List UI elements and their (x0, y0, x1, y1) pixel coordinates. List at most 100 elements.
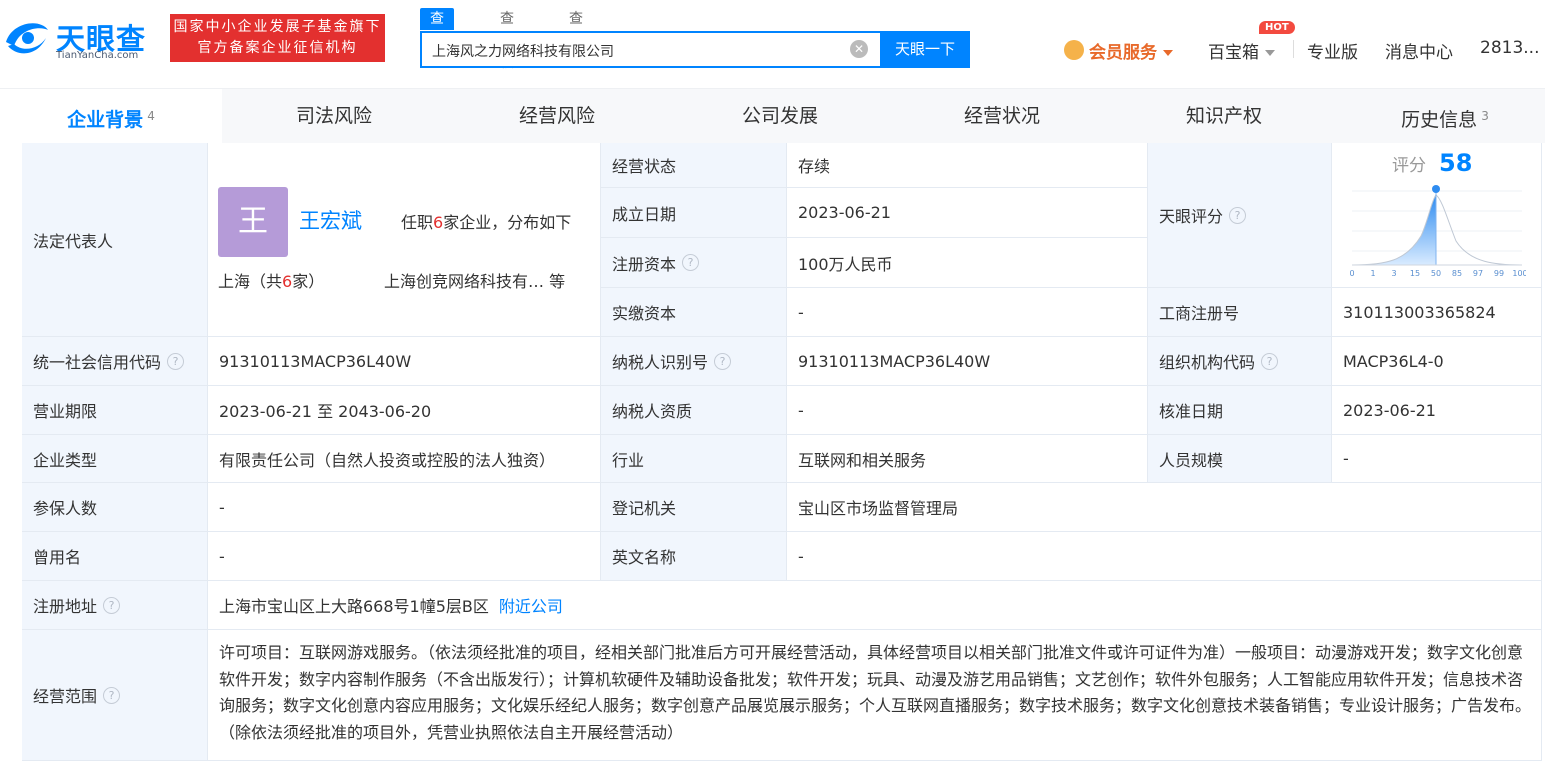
paid-value-cell: - (787, 288, 1148, 337)
tab-count: 3 (1481, 109, 1489, 123)
rep-count-prefix: 任职 (401, 213, 434, 232)
term-value: 2023-06-21 至 2043-06-20 (219, 402, 432, 421)
score-axis-tick: 15 (1410, 269, 1420, 278)
paid-label: 实缴资本 (612, 304, 677, 323)
logo[interactable]: 天眼查 TianYanCha.com (2, 12, 162, 66)
taxid-label-cell: 纳税人识别号? (601, 337, 787, 386)
tab-count: 4 (147, 109, 155, 123)
type-label: 企业类型 (33, 450, 98, 470)
english-label: 英文名称 (612, 548, 677, 567)
score-axis-tick: 85 (1452, 269, 1462, 278)
score-axis-tick: 97 (1473, 269, 1483, 278)
tab-enterprise-background[interactable]: 企业背景 4 (0, 89, 222, 144)
nearby-companies-link[interactable]: 附近公司 (499, 593, 563, 617)
treasure-box-menu[interactable]: 百宝箱 (1208, 38, 1275, 63)
score-value: 58 (1439, 149, 1473, 177)
legal-rep-name-link[interactable]: 王宏斌 (299, 205, 362, 235)
found-value: 2023-06-21 (798, 203, 891, 222)
message-center-link[interactable]: 消息中心 (1385, 38, 1453, 63)
status-label: 经营状态 (612, 157, 677, 176)
tab-label: 历史信息 (1401, 109, 1478, 131)
help-icon[interactable]: ? (103, 686, 121, 704)
industry-label: 行业 (612, 450, 645, 470)
rep-loc-number: 6 (282, 272, 293, 291)
former-value-cell: - (208, 532, 601, 581)
tab-label: 司法风险 (295, 105, 372, 127)
search-button[interactable]: 天眼一下 (880, 31, 970, 68)
tax-qual-value-cell: - (787, 386, 1148, 435)
authority-label-cell: 登记机关 (601, 483, 787, 532)
hot-badge: HOT (1259, 21, 1295, 34)
tab-company-development[interactable]: 公司发展 (669, 89, 891, 144)
help-icon[interactable]: ? (167, 352, 185, 370)
reg-no-label-cell: 工商注册号 (1148, 288, 1332, 337)
vip-service-menu[interactable]: 会员服务 (1089, 38, 1173, 63)
tab-label: 经营状况 (963, 105, 1040, 127)
divider (1293, 40, 1294, 58)
vip-crown-icon (1064, 40, 1084, 60)
help-icon[interactable]: ? (1261, 352, 1279, 370)
section-tabbar: 企业背景 4 司法风险 经营风险 公司发展 经营状况 知识产权 历史信息 3 (0, 88, 1545, 144)
credit-value: 91310113MACP36L40W (219, 351, 412, 371)
insured-value: - (219, 497, 225, 517)
org-value: MACP36L4-0 (1343, 351, 1444, 371)
type-label-cell: 企业类型 (22, 435, 208, 483)
tab-operation-status[interactable]: 经营状况 (891, 89, 1113, 144)
tab-operation-risk[interactable]: 经营风险 (446, 89, 668, 144)
chevron-down-icon (1163, 50, 1173, 56)
search-tab-relation[interactable]: 查关系 (569, 8, 583, 71)
tab-intellectual-property[interactable]: 知识产权 (1113, 89, 1335, 144)
clear-icon[interactable]: ✕ (850, 40, 868, 58)
scope-label-cell: 经营范围? (22, 630, 208, 761)
capital-value: 100万人民币 (798, 254, 893, 274)
score-label: 评分 (1392, 156, 1426, 176)
english-label-cell: 英文名称 (601, 532, 787, 581)
scope-value-cell: 许可项目：互联网游戏服务。（依法须经批准的项目，经相关部门批准后方可开展经营活动… (208, 630, 1542, 761)
help-icon[interactable]: ? (714, 352, 732, 370)
credit-label: 统一社会信用代码 (33, 353, 162, 372)
search-input[interactable]: 上海风之力网络科技有限公司 ✕ (420, 31, 880, 68)
english-value: - (798, 546, 804, 566)
tab-history-info[interactable]: 历史信息 3 (1334, 89, 1545, 144)
approve-value: 2023-06-21 (1343, 400, 1436, 420)
search-tab-company[interactable]: 查公司 (420, 8, 454, 71)
term-value-cell: 2023-06-21 至 2043-06-20 (208, 386, 601, 435)
legal-rep-company-count[interactable]: 任职6家企业，分布如下 (401, 209, 571, 233)
staff-value: - (1343, 449, 1349, 468)
score-marker-icon (1432, 185, 1440, 193)
former-label-cell: 曾用名 (22, 532, 208, 581)
approve-value-cell: 2023-06-21 (1332, 386, 1542, 435)
paid-label-cell: 实缴资本 (601, 288, 787, 337)
tax-qual-value: - (798, 400, 804, 420)
english-value-cell: - (787, 532, 1542, 581)
capital-label: 注册资本 (612, 254, 677, 274)
authority-value-cell: 宝山区市场监督管理局 (787, 483, 1542, 532)
tab-judicial-risk[interactable]: 司法风险 (223, 89, 445, 144)
help-icon[interactable]: ? (682, 254, 700, 271)
status-value-cell: 存续 (787, 143, 1148, 188)
score-chart-cell[interactable]: 评分 58 0 1 3 15 50 85 97 99 100 (1332, 143, 1542, 288)
rep-count-suffix: 家企业，分布如下 (443, 213, 572, 232)
search-tab-boss[interactable]: 查老板 (500, 8, 514, 71)
user-account-menu[interactable]: 2813... (1480, 38, 1539, 58)
legal-rep-cell: 王 王宏斌 任职6家企业，分布如下 上海（共6家） 上海创竞网络科技有… 等 (208, 143, 601, 337)
taxid-value: 91310113MACP36L40W (798, 351, 991, 371)
authority-value: 宝山区市场监督管理局 (798, 499, 959, 518)
industry-label-cell: 行业 (601, 435, 787, 483)
help-icon[interactable]: ? (1229, 206, 1247, 224)
rep-count-number: 6 (433, 213, 444, 232)
score-distribution-chart: 0 1 3 15 50 85 97 99 100 (1349, 185, 1526, 278)
search-input-value: 上海风之力网络科技有限公司 (432, 44, 614, 60)
term-label-cell: 营业期限 (22, 386, 208, 435)
reg-no-value: 310113003365824 (1343, 302, 1496, 322)
pro-version-link[interactable]: 专业版 (1307, 38, 1358, 63)
address-value-cell: 上海市宝山区上大路668号1幢5层B区 附近公司 (208, 581, 1542, 630)
gov-badge-line2: 官方备案企业征信机构 (197, 40, 358, 56)
help-icon[interactable]: ? (103, 596, 121, 614)
rep-loc-prefix: 上海（共 (218, 272, 283, 291)
insured-label-cell: 参保人数 (22, 483, 208, 532)
legal-rep-companies[interactable]: 上海创竞网络科技有… 等 (384, 268, 565, 292)
avatar[interactable]: 王 (218, 187, 288, 257)
industry-value: 互联网和相关服务 (798, 450, 927, 470)
former-label: 曾用名 (33, 548, 82, 567)
